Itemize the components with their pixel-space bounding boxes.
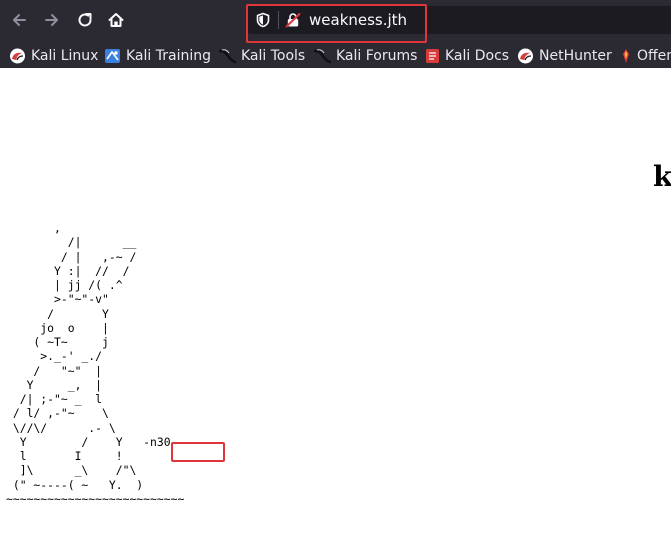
bookmark-kali-forums[interactable]: Kali Forums (314, 46, 417, 66)
bookmark-label: Kali Training (126, 48, 211, 64)
browser-chrome: weakness.jth Kali Linux Kali Training Ka… (0, 0, 671, 68)
kali-dragon-icon (314, 49, 331, 64)
bookmark-kali-linux[interactable]: Kali Linux (9, 46, 98, 66)
bookmark-label: Kali Linux (31, 48, 99, 64)
url-highlight-box (246, 4, 427, 43)
page-heading: k (653, 160, 671, 193)
kali-dragon-icon (219, 49, 236, 64)
home-icon (108, 13, 124, 27)
bookmark-offensive-security[interactable]: Offensive Security (620, 46, 671, 66)
reload-button[interactable] (70, 5, 100, 35)
kali-docs-icon (426, 49, 439, 63)
bookmark-label: Kali Docs (445, 48, 510, 64)
bookmark-kali-training[interactable]: Kali Training (104, 46, 211, 66)
reload-icon (78, 13, 92, 27)
arrow-left-icon (13, 14, 26, 26)
home-button[interactable] (101, 5, 131, 35)
bookmarks-toolbar: Kali Linux Kali Training Kali Tools Kali… (0, 44, 671, 68)
kali-training-icon (105, 49, 120, 63)
ascii-art-rabbit: , /| __ / | ,-~ / Y :| // / | jj /( .^ >… (6, 221, 185, 506)
arrow-right-icon (45, 14, 58, 26)
bookmark-kali-docs[interactable]: Kali Docs (425, 46, 509, 66)
bookmark-nethunter[interactable]: NetHunter (517, 46, 612, 66)
back-button[interactable] (4, 5, 34, 35)
bookmark-label: Offensive Security (637, 48, 671, 64)
navigation-toolbar: weakness.jth (0, 0, 671, 43)
bookmark-label: Kali Forums (336, 48, 418, 64)
page-content: k , /| __ / | ,-~ / Y :| // / | jj /( .^… (0, 68, 671, 556)
kali-logo-icon (10, 48, 25, 64)
signature-highlight-box (171, 442, 225, 462)
bookmark-kali-tools[interactable]: Kali Tools (219, 46, 305, 66)
kali-logo-icon (518, 48, 533, 64)
bookmark-label: Kali Tools (241, 48, 306, 64)
bookmark-label: NetHunter (539, 48, 612, 64)
forward-button[interactable] (37, 5, 67, 35)
offsec-icon (623, 49, 629, 63)
